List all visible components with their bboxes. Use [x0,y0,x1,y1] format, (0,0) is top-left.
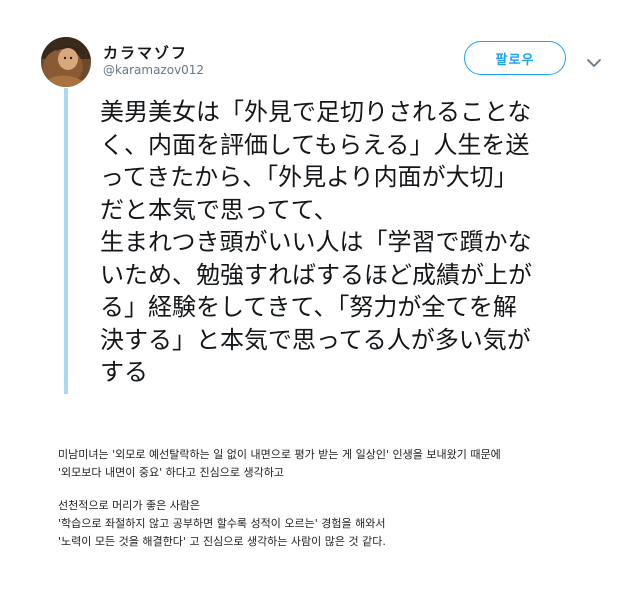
thread-line [64,88,68,394]
tweet-text-line: 美男美女は「外見で足切りされることな [100,98,532,126]
translation-line: '노력이 모든 것을 해결한다' 고 진심으로 생각하는 사람이 많은 것 같다… [58,535,386,548]
tweet-text: 美男美女は「外見で足切りされることな く、内面を評価してもらえる」人生を送 って… [100,96,600,389]
avatar[interactable] [41,37,91,87]
follow-button[interactable]: 팔로우 [464,41,566,75]
translation-line: 선천적으로 머리가 좋은 사람은 [58,499,201,512]
tweet-text-line: ってきたから、「外見より内面が大切」 [100,163,518,191]
tweet-text-line: 決する」と本気で思ってる人が多い気が [100,325,531,354]
tweet-text-line: する [100,358,148,386]
avatar-portrait-icon [41,37,91,87]
translation-line: 미남미녀는 '외모로 예선탈락하는 일 없이 내면으로 평가 받는 게 일상인'… [58,448,501,461]
translation-text: 미남미녀는 '외모로 예선탈락하는 일 없이 내면으로 평가 받는 게 일상인'… [58,446,618,551]
tweet-text-line: いため、勉強すればするほど成績が上が [100,260,532,289]
translation-line: '외모보다 내면이 중요' 하다고 진심으로 생각하고 [58,466,284,479]
tweet-text-line: 生まれつき頭がいい人は「学習で躓かな [100,228,532,256]
chevron-down-icon[interactable] [586,53,602,67]
tweet-header: カラマゾフ @karamazov012 팔로우 [0,0,622,90]
tweet-text-line: る」経験をしてきて、「努力が全てを解 [100,293,517,321]
user-handle[interactable]: @karamazov012 [103,63,204,77]
tweet-text-line: だと本気で思ってて、 [100,195,338,224]
tweet-text-line: く、内面を評価してもらえる」人生を送 [100,130,530,159]
display-name[interactable]: カラマゾフ [103,42,188,63]
translation-line: '학습으로 좌절하지 않고 공부하면 할수록 성적이 오르는' 경험을 해와서 [58,517,386,530]
